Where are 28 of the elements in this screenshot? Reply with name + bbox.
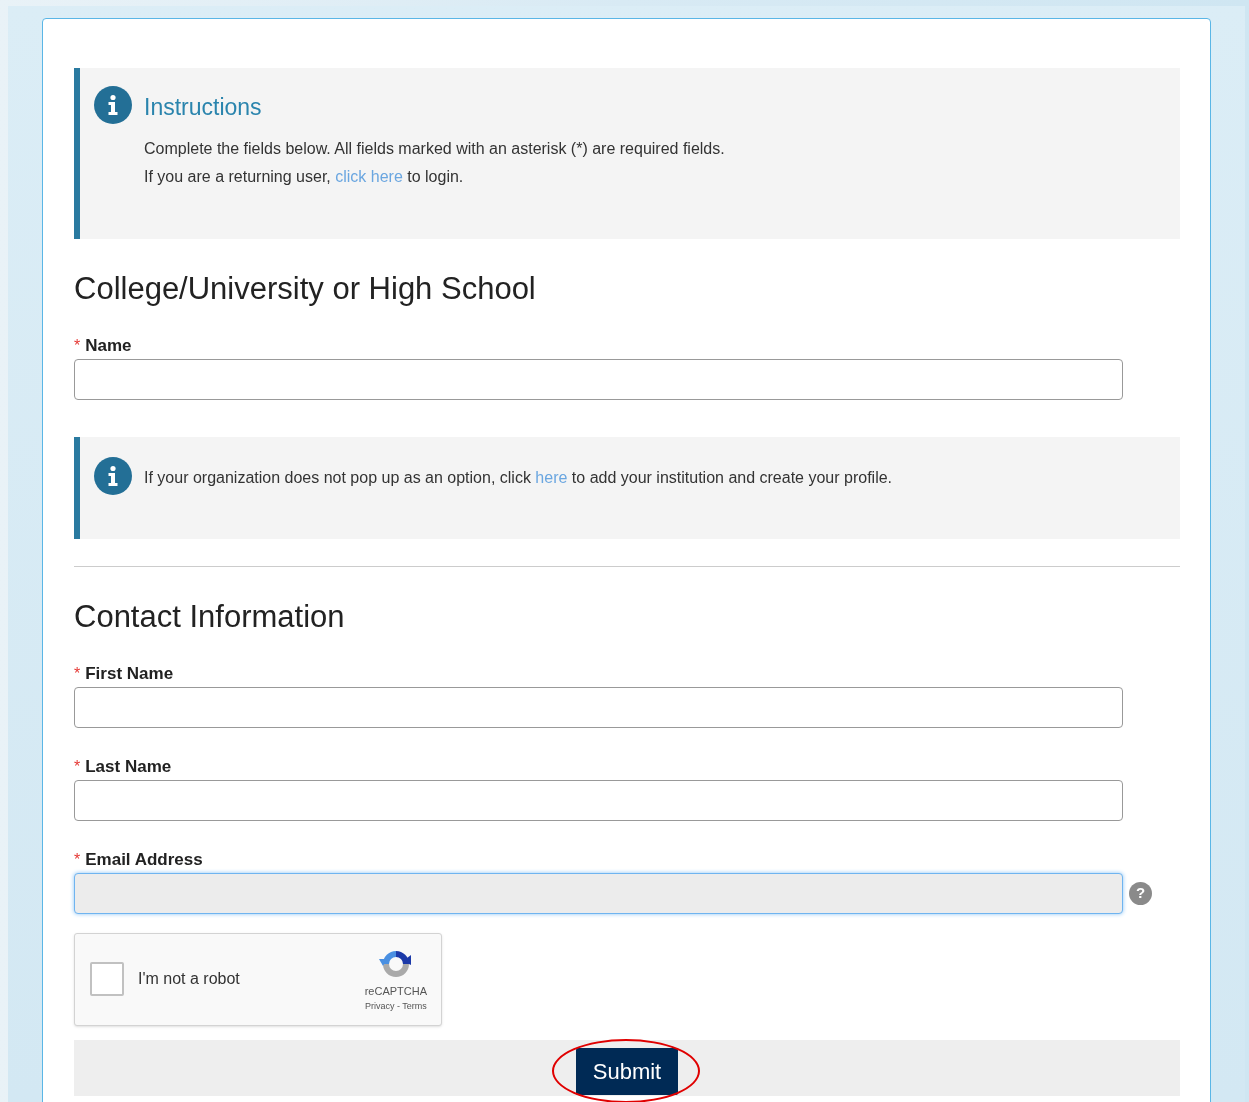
required-asterisk: * <box>74 663 81 684</box>
field-label: Name <box>85 334 132 357</box>
text-field[interactable] <box>74 358 1123 400</box>
info-icon <box>94 86 132 124</box>
help-icon[interactable]: ? <box>1129 881 1152 905</box>
captcha-links[interactable]: Privacy - Terms <box>364 999 427 1013</box>
field-label: Email Address <box>85 848 203 871</box>
captcha-brand: reCAPTCHA <box>364 984 427 999</box>
text-field[interactable] <box>74 779 1123 821</box>
text-field[interactable] <box>74 686 1123 728</box>
submit-button[interactable]: Submit <box>575 1047 679 1095</box>
section-heading: Contact Information <box>74 597 346 636</box>
captcha-checkbox[interactable] <box>90 962 124 996</box>
info-text: If you are a returning user, click here to login. <box>144 166 465 187</box>
captcha-label: I'm not a robot <box>138 969 240 989</box>
link[interactable]: here <box>535 468 568 486</box>
info-icon <box>94 456 132 495</box>
section-heading: College/University or High School <box>74 269 537 308</box>
info-text: Complete the fields below. All fields marked with an asterisk (*) are required fields. <box>144 138 725 159</box>
text-field[interactable] <box>74 872 1123 914</box>
info-text: If your organization does not pop up as an option, click here to add your institution and create your profile. <box>144 467 893 488</box>
required-asterisk: * <box>74 335 81 356</box>
field-label: First Name <box>85 662 174 685</box>
instructions-title: Instructions <box>144 93 263 122</box>
link[interactable]: click here <box>335 167 403 185</box>
required-asterisk: * <box>74 849 81 870</box>
required-asterisk: * <box>74 756 81 777</box>
field-label: Last Name <box>85 755 172 778</box>
